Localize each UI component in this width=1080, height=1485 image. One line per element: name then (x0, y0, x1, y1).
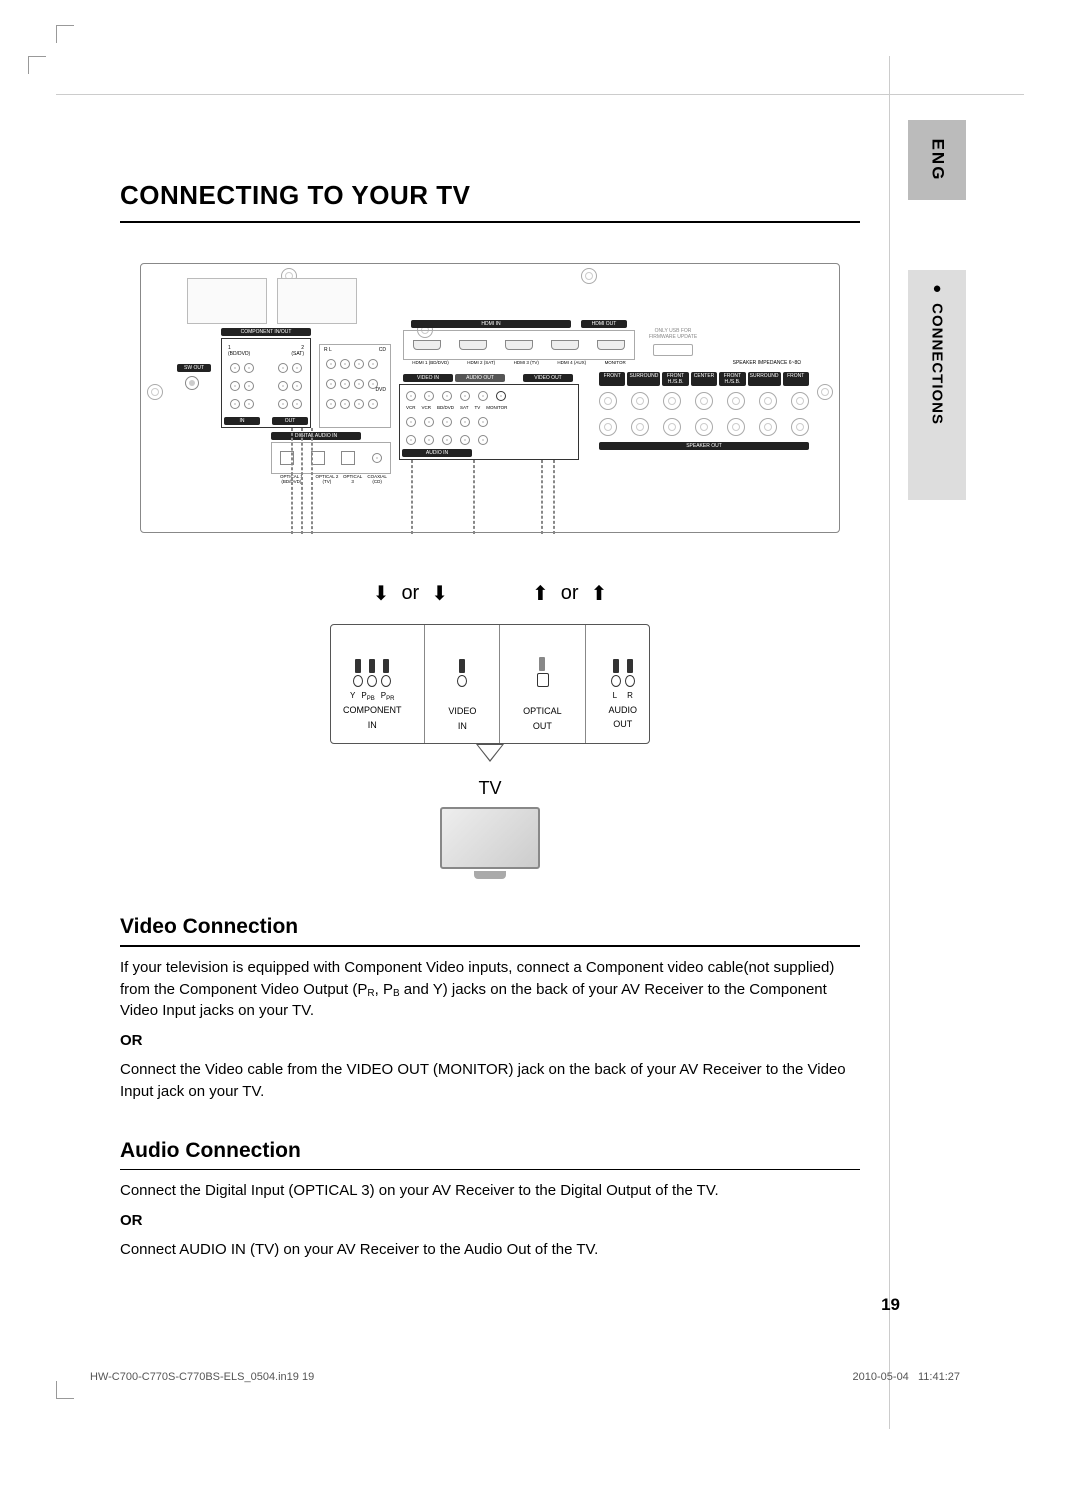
screw-icon (581, 268, 597, 284)
body-text: Connect the Digital Input (OPTICAL 3) on… (120, 1180, 860, 1202)
section-tab: ● CONNECTIONS (924, 280, 950, 490)
label: DVD (375, 387, 386, 393)
component-block: 1(BD/DVD) 2(SAT) IN OUT (221, 338, 311, 428)
heading-rule (120, 945, 860, 947)
cable (411, 460, 413, 534)
label-out: OUT (272, 417, 308, 425)
video-audio-block: VCRVCRBD/DVDSATTVMONITOR AUDIO IN (399, 384, 579, 460)
body-text: Connect AUDIO IN (TV) on your AV Receive… (120, 1239, 860, 1261)
label-in: IN (224, 417, 260, 425)
label-audio-in: AUDIO IN (402, 449, 472, 457)
pointer-icon (478, 745, 502, 760)
crop-mark (56, 25, 74, 43)
cable (473, 460, 475, 534)
guide-rule (889, 56, 890, 1429)
optical-labels: OPTICAL 1 (BD/DVD)OPTICAL 2 (TV)OPTICAL … (271, 474, 391, 484)
body-text: If your television is equipped with Comp… (120, 957, 860, 1022)
cable (301, 428, 303, 534)
row-labels: VCRVCRBD/DVDSATTVMONITOR (406, 405, 507, 410)
heading-rule (120, 1169, 860, 1171)
label-video-in: VIDEO IN (403, 374, 453, 382)
port-optical: OPTICAL OUT (523, 643, 562, 731)
port-video: VIDEO IN (448, 643, 476, 731)
receiver-rear-diagram: COMPONENT IN/OUT 1(BD/DVD) 2(SAT) IN OUT… (140, 263, 840, 533)
tv-screen-icon (440, 807, 540, 869)
or-label: or (561, 582, 579, 605)
heading-video: Video Connection (120, 915, 860, 939)
or-row: ⬇ or ⬇ ⬆ or ⬆ (120, 581, 860, 606)
crop-mark (56, 1381, 57, 1399)
tv-stand-icon (474, 871, 506, 879)
label-audio-out: AUDIO OUT (455, 374, 505, 382)
label-speaker-out: SPEAKER OUT (599, 442, 809, 450)
hdmi-port (505, 340, 533, 350)
section-label: ● CONNECTIONS (929, 280, 946, 425)
arrow-down-icon: ⬇ (373, 581, 390, 606)
label-swout: SW OUT (177, 364, 211, 372)
footer-timestamp: 2010-05-04 11:41:27 (853, 1371, 960, 1383)
panel-blank (277, 278, 357, 324)
guide-rule (56, 94, 1024, 95)
or-label: or (401, 582, 419, 605)
cd-dvd-block: R L CD DVD (319, 344, 391, 428)
footer-filename: HW-C700-C770S-C770BS-ELS_0504.in19 19 (90, 1371, 314, 1383)
tv-illustration: TV (435, 778, 545, 879)
cable (311, 428, 313, 534)
heading-audio: Audio Connection (120, 1139, 860, 1163)
port-audio: LR AUDIO OUT (608, 643, 637, 731)
speaker-block: FRONT SURROUND FRONT H./S.B. CENTER FRON… (599, 372, 809, 450)
port-component: Y PPB PPR COMPONENT IN (343, 643, 402, 731)
label: 1(BD/DVD) (228, 345, 250, 357)
label-hdmi-out: HDMI OUT (581, 320, 627, 328)
label: 2(SAT) (291, 345, 304, 357)
arrow-up-icon: ⬆ (591, 581, 608, 606)
title-rule (120, 221, 860, 223)
arrow-up-icon: ⬆ (532, 581, 549, 606)
body-text: Connect the Video cable from the VIDEO O… (120, 1059, 860, 1103)
arrow-down-icon: ⬇ (431, 581, 448, 606)
hdmi-port (597, 340, 625, 350)
crop-mark (56, 1398, 74, 1399)
label-video-out: VIDEO OUT (523, 374, 573, 382)
label-digital-audio-in: DIGITAL AUDIO IN (271, 432, 361, 440)
speaker-labels: FRONT SURROUND FRONT H./S.B. CENTER FRON… (599, 372, 809, 386)
cable (553, 460, 555, 534)
label-component-inout: COMPONENT IN/OUT (221, 328, 311, 336)
page-number: 19 (881, 1295, 900, 1315)
cable (541, 460, 543, 534)
label-speaker-imp: SPEAKER IMPEDANCE 6~8Ω (733, 360, 801, 366)
jack-swout (185, 376, 199, 390)
tv-ports-box: Y PPB PPR COMPONENT IN VIDEO IN OPTICAL … (330, 624, 650, 744)
panel-blank (187, 278, 267, 324)
tv-label: TV (435, 778, 545, 799)
hdmi-labels: HDMI 1 (BD/DVD)HDMI 2 (SAT)HDMI 3 (TV)HD… (403, 360, 635, 365)
screw-icon (147, 384, 163, 400)
optical-row (271, 442, 391, 474)
page-title: CONNECTING TO YOUR TV (120, 180, 860, 211)
crop-mark (28, 56, 46, 74)
label-usb: ONLY USB FOR FIRMWARE UPDATE (643, 328, 703, 340)
or-label: OR (120, 1212, 860, 1229)
label-hdmi-in: HDMI IN (411, 320, 571, 328)
label: CD (379, 347, 386, 353)
screw-icon (817, 384, 833, 400)
or-label: OR (120, 1032, 860, 1049)
language-label: ENG (927, 139, 947, 182)
usb-port (653, 344, 693, 356)
cable (291, 428, 293, 534)
hdmi-port (551, 340, 579, 350)
hdmi-row (403, 330, 635, 360)
hdmi-port (413, 340, 441, 350)
label: R L (324, 347, 332, 353)
hdmi-port (459, 340, 487, 350)
language-tab: ENG (908, 120, 966, 200)
